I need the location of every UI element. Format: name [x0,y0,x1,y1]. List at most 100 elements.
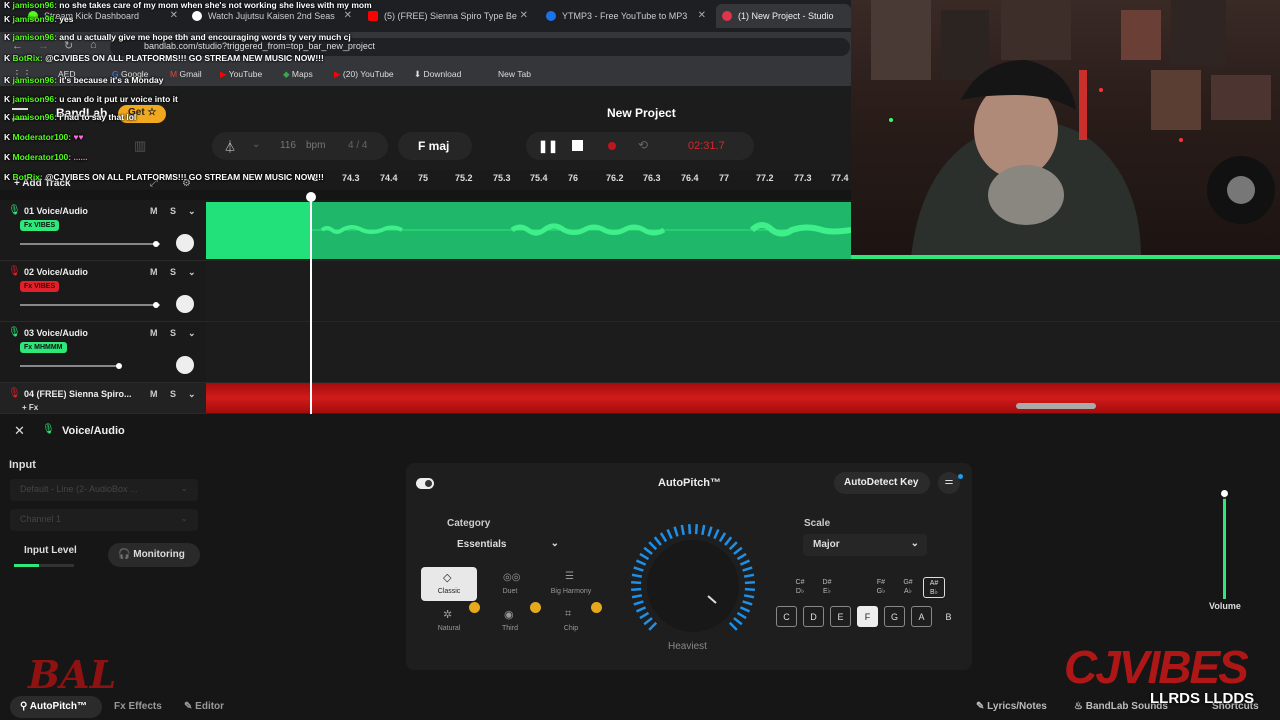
audio-clip[interactable] [312,202,852,259]
recording-region[interactable] [206,202,312,259]
mute-button[interactable]: M [150,267,158,277]
volume-handle[interactable] [1221,490,1228,497]
horizontal-scrollbar[interactable] [1016,403,1096,409]
note-e[interactable]: E [830,606,851,627]
tab-autopitch[interactable]: ⚲ AutoPitch™ [10,696,102,718]
fx-badge[interactable]: Fx VIBES [20,220,60,231]
chevron-down-icon[interactable]: ⌄ [188,328,196,339]
bookmark-newtab[interactable]: New Tab [498,69,531,79]
knob-tick [653,536,662,546]
playhead-handle[interactable] [306,192,316,202]
note-d-sharp[interactable]: D# E♭ [817,578,837,596]
note-c-sharp[interactable]: C# D♭ [790,578,810,596]
browser-tab-active[interactable]: (1) New Project - Studio [716,4,851,28]
track-lane[interactable] [206,322,1280,383]
sliders-icon[interactable]: ⚌ [938,472,960,494]
autopitch-toggle[interactable] [416,478,434,489]
bookmark-maps[interactable]: ◆ Maps [283,69,313,80]
mute-button[interactable]: M [150,328,158,338]
volume-handle[interactable] [116,363,122,369]
close-icon[interactable]: ✕ [170,10,178,21]
channel-select[interactable]: Channel 1 ⌄ [10,509,198,531]
bookmark-download[interactable]: ⬇ Download [414,69,461,80]
track-header[interactable]: 🎙 04 (FREE) Sienna Spiro... + Fx M S ⌄ [0,383,206,414]
note-a[interactable]: A [911,606,932,627]
close-icon[interactable]: ✕ [698,10,706,21]
loop-button[interactable]: ⟲ [638,138,648,152]
metronome-icon[interactable]: ⏃ [224,138,236,155]
note-g-sharp[interactable]: G# A♭ [898,578,918,596]
autodetect-key-button[interactable]: AutoDetect Key [834,472,930,494]
pause-button[interactable]: ❚❚ [538,139,558,153]
piano-icon[interactable]: ▥ [134,138,146,154]
solo-button[interactable]: S [170,328,176,338]
close-icon[interactable]: ✕ [520,10,528,21]
add-fx-button[interactable]: + Fx [22,403,38,412]
knob-tick [643,546,653,555]
chevron-down-icon[interactable]: ⌄ [188,267,196,278]
note-f-sharp[interactable]: F# G♭ [871,578,891,596]
key-button[interactable]: F maj [398,132,472,160]
fx-badge[interactable]: Fx VIBES [20,281,60,292]
input-device-select[interactable]: Default - Line (2- AudioBox ... ⌄ [10,479,198,501]
track-lane[interactable] [206,261,1280,322]
third-icon: ◉ [504,609,514,621]
input-label: Input [9,459,36,471]
pan-knob[interactable] [176,356,194,374]
close-icon[interactable]: ✕ [14,423,25,439]
project-title[interactable]: New Project [607,106,676,120]
volume-handle[interactable] [153,241,159,247]
browser-tab[interactable]: (5) (FREE) Sienna Spiro Type Be ✕ [362,4,534,28]
mute-button[interactable]: M [150,389,158,399]
bookmark-youtube-20[interactable]: ▶ (20) YouTube [334,69,394,80]
volume-slider[interactable] [20,304,160,306]
track-lane-clip[interactable] [206,383,1280,414]
solo-button[interactable]: S [170,206,176,216]
pan-knob[interactable] [176,295,194,313]
bookmark-gmail[interactable]: M Gmail [170,69,202,79]
note-a-sharp[interactable]: A# B♭ [923,577,945,598]
note-d[interactable]: D [803,606,824,627]
record-button[interactable] [608,142,616,150]
browser-tab[interactable]: YTMP3 - Free YouTube to MP3 ✕ [540,4,712,28]
premium-badge [530,602,541,613]
type-big-harmony-button[interactable]: ☰ Big Harmony [543,567,599,601]
close-icon[interactable]: ✕ [344,10,352,21]
volume-slider[interactable] [20,365,120,367]
solo-button[interactable]: S [170,267,176,277]
strength-knob[interactable] [628,521,758,651]
volume-slider[interactable] [20,243,160,245]
bookmark-youtube[interactable]: ▶ YouTube [220,69,262,80]
chevron-down-icon: ⌄ [910,538,919,549]
mute-button[interactable]: M [150,206,158,216]
track-header[interactable]: 🎙 01 Voice/Audio Fx VIBES M S ⌄ [0,200,206,261]
note-b[interactable]: B [938,606,959,627]
tempo-control[interactable]: ⏃ ⌄ 116 bpm 4 / 4 [212,132,388,160]
type-duet-button[interactable]: ◎◎ Duet [482,567,538,601]
note-g[interactable]: G [884,606,905,627]
playhead[interactable] [310,194,312,414]
category-select[interactable]: Essentials ⌄ [447,534,567,556]
tab-editor[interactable]: ✎ Editor [184,701,224,712]
track-header[interactable]: 🎙 02 Voice/Audio Fx VIBES M S ⌄ [0,261,206,322]
chevron-down-icon[interactable]: ⌄ [188,389,196,400]
knob-tick [744,587,755,591]
scale-select[interactable]: Major ⌄ [803,534,927,556]
stop-button[interactable] [572,140,583,151]
track-header[interactable]: 🎙 03 Voice/Audio Fx MHMMM M S ⌄ [0,322,206,383]
solo-button[interactable]: S [170,389,176,399]
harmony-icon: ☰ [565,571,574,582]
bpm-value[interactable]: 116 [280,140,296,151]
fx-badge[interactable]: Fx MHMMM [20,342,67,353]
volume-fader[interactable] [1221,490,1228,599]
type-classic-button[interactable]: ◇ Classic [421,567,477,601]
monitoring-button[interactable]: 🎧 Monitoring [108,543,200,567]
time-signature[interactable]: 4 / 4 [348,140,367,151]
lyrics-notes-button[interactable]: ✎ Lyrics/Notes [976,701,1047,712]
note-c[interactable]: C [776,606,797,627]
note-f[interactable]: F [857,606,878,627]
pan-knob[interactable] [176,234,194,252]
volume-handle[interactable] [153,302,159,308]
tab-effects[interactable]: Fx Effects [114,701,162,712]
chevron-down-icon[interactable]: ⌄ [188,206,196,217]
